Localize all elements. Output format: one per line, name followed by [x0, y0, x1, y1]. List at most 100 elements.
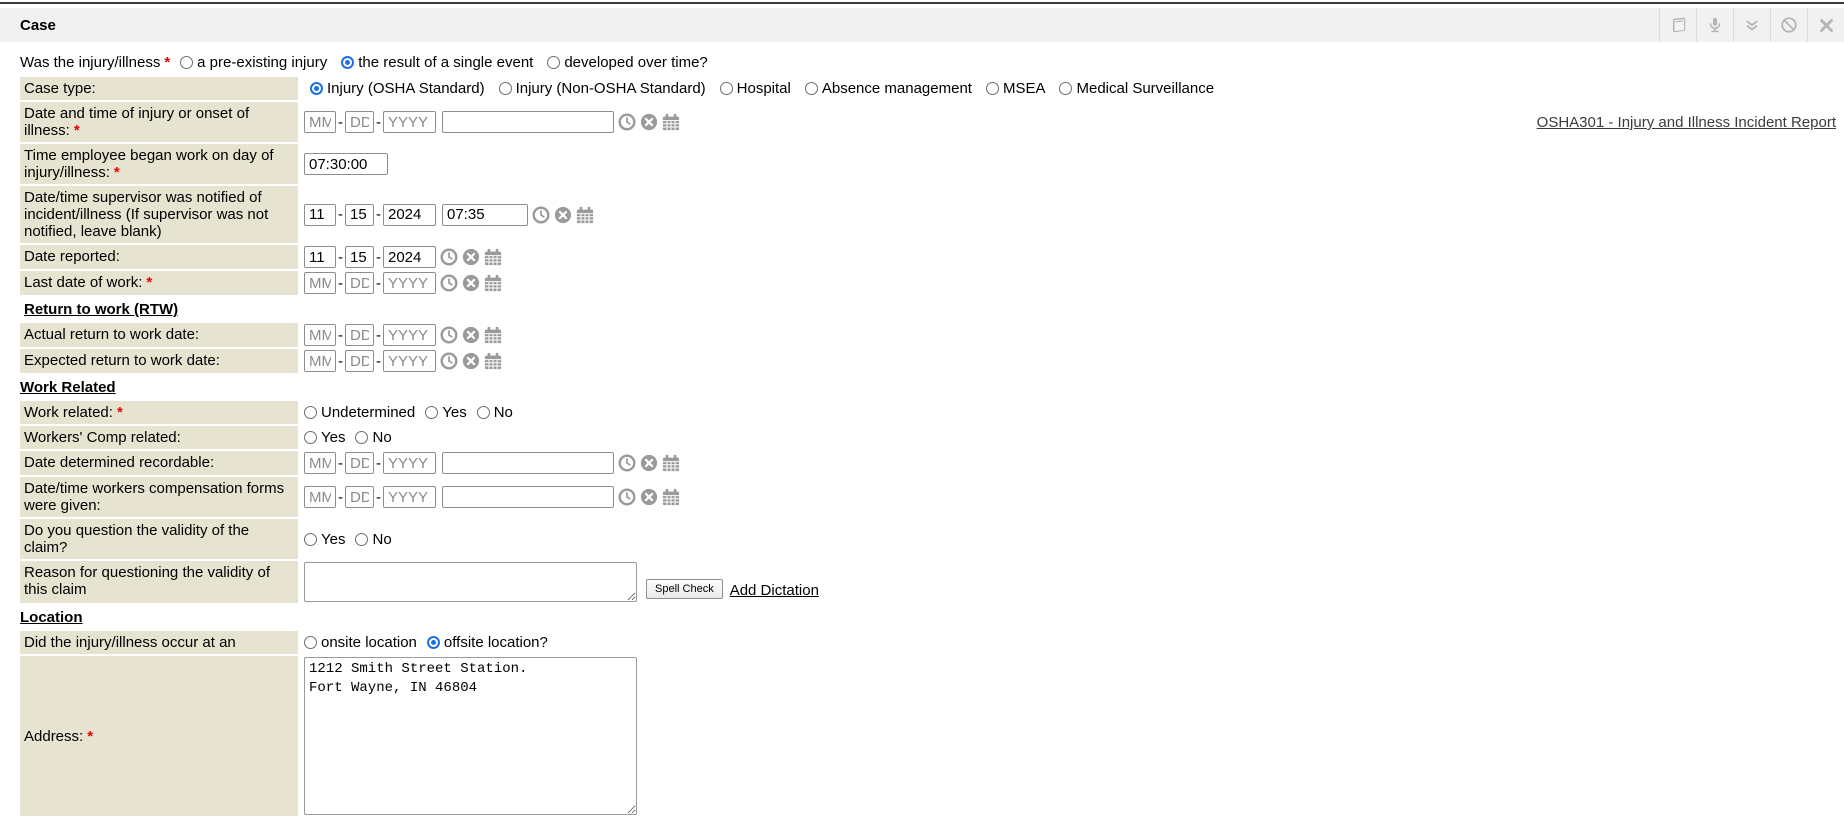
clear-icon[interactable] [462, 248, 480, 266]
radio-msea[interactable]: MSEA [986, 80, 1046, 97]
calendar-icon[interactable] [576, 206, 594, 224]
time-input[interactable] [442, 111, 614, 133]
radio-icon[interactable] [425, 406, 438, 419]
year-input[interactable] [383, 111, 436, 133]
month-input[interactable] [304, 486, 336, 508]
calendar-icon[interactable] [484, 248, 502, 266]
year-input[interactable] [383, 486, 436, 508]
address-textarea[interactable]: 1212 Smith Street Station. Fort Wayne, I… [304, 657, 637, 815]
radio-validity-yes[interactable]: Yes [304, 531, 345, 548]
day-input[interactable] [345, 246, 374, 268]
calendar-icon[interactable] [484, 326, 502, 344]
year-input[interactable] [383, 272, 436, 294]
time-icon[interactable] [440, 326, 458, 344]
radio-icon[interactable] [355, 431, 368, 444]
month-input[interactable] [304, 324, 336, 346]
calendar-icon[interactable] [484, 274, 502, 292]
radio-pre-existing-injury[interactable]: a pre-existing injury [180, 54, 327, 71]
clear-icon[interactable] [640, 488, 658, 506]
year-input[interactable] [383, 246, 436, 268]
spell-check-button[interactable]: Spell Check [646, 579, 723, 599]
radio-injury-osha[interactable]: Injury (OSHA Standard) [310, 80, 485, 97]
close-icon[interactable] [1807, 8, 1844, 42]
radio-selected-icon[interactable] [341, 56, 354, 69]
time-input[interactable] [442, 452, 614, 474]
radio-icon[interactable] [304, 533, 317, 546]
time-icon[interactable] [440, 274, 458, 292]
time-icon[interactable] [618, 488, 636, 506]
calendar-icon[interactable] [662, 488, 680, 506]
chevron-double-down-icon[interactable] [1733, 8, 1770, 42]
radio-icon[interactable] [477, 406, 490, 419]
radio-icon[interactable] [304, 636, 317, 649]
calendar-icon[interactable] [662, 454, 680, 472]
time-icon[interactable] [618, 113, 636, 131]
radio-offsite-location[interactable]: offsite location? [427, 634, 548, 651]
radio-undetermined[interactable]: Undetermined [304, 404, 415, 421]
radio-icon[interactable] [304, 406, 317, 419]
month-input[interactable] [304, 111, 336, 133]
radio-hospital[interactable]: Hospital [720, 80, 791, 97]
month-input[interactable] [304, 272, 336, 294]
radio-icon[interactable] [986, 82, 999, 95]
time-icon[interactable] [440, 248, 458, 266]
radio-icon[interactable] [805, 82, 818, 95]
day-input[interactable] [345, 452, 374, 474]
clear-icon[interactable] [462, 274, 480, 292]
month-input[interactable] [304, 452, 336, 474]
osha301-report-link[interactable]: OSHA301 - Injury and Illness Incident Re… [1537, 114, 1836, 131]
radio-work-related-no[interactable]: No [477, 404, 513, 421]
day-input[interactable] [345, 111, 374, 133]
month-input[interactable] [304, 350, 336, 372]
microphone-icon[interactable] [1696, 8, 1733, 42]
date-separator: - [338, 114, 343, 131]
month-input[interactable] [304, 246, 336, 268]
radio-selected-icon[interactable] [310, 82, 323, 95]
radio-single-event[interactable]: the result of a single event [341, 54, 533, 71]
radio-icon[interactable] [304, 431, 317, 444]
radio-absence-management[interactable]: Absence management [805, 80, 972, 97]
radio-icon[interactable] [499, 82, 512, 95]
clear-icon[interactable] [640, 113, 658, 131]
time-icon[interactable] [618, 454, 636, 472]
radio-icon[interactable] [355, 533, 368, 546]
year-input[interactable] [383, 350, 436, 372]
time-input[interactable] [442, 204, 528, 226]
year-input[interactable] [383, 452, 436, 474]
radio-icon[interactable] [547, 56, 560, 69]
book-icon[interactable] [1659, 8, 1696, 42]
time-icon[interactable] [440, 352, 458, 370]
day-input[interactable] [345, 350, 374, 372]
day-input[interactable] [345, 272, 374, 294]
time-input[interactable] [442, 486, 614, 508]
radio-validity-no[interactable]: No [355, 531, 391, 548]
month-input[interactable] [304, 204, 336, 226]
calendar-icon[interactable] [484, 352, 502, 370]
year-input[interactable] [383, 204, 436, 226]
radio-icon[interactable] [180, 56, 193, 69]
radio-wc-no[interactable]: No [355, 429, 391, 446]
radio-onsite-location[interactable]: onsite location [304, 634, 417, 651]
time-began-work-input[interactable] [304, 153, 388, 175]
add-dictation-link[interactable]: Add Dictation [730, 582, 819, 599]
time-icon[interactable] [532, 206, 550, 224]
radio-work-related-yes[interactable]: Yes [425, 404, 466, 421]
radio-wc-yes[interactable]: Yes [304, 429, 345, 446]
radio-injury-non-osha[interactable]: Injury (Non-OSHA Standard) [499, 80, 706, 97]
clear-icon[interactable] [640, 454, 658, 472]
year-input[interactable] [383, 324, 436, 346]
clear-icon[interactable] [462, 326, 480, 344]
radio-selected-icon[interactable] [427, 636, 440, 649]
calendar-icon[interactable] [662, 113, 680, 131]
radio-icon[interactable] [1059, 82, 1072, 95]
clear-icon[interactable] [554, 206, 572, 224]
radio-medical-surveillance[interactable]: Medical Surveillance [1059, 80, 1214, 97]
day-input[interactable] [345, 324, 374, 346]
radio-icon[interactable] [720, 82, 733, 95]
day-input[interactable] [345, 486, 374, 508]
radio-developed-over-time[interactable]: developed over time? [547, 54, 707, 71]
day-input[interactable] [345, 204, 374, 226]
validity-reason-textarea[interactable] [304, 562, 637, 602]
ban-icon[interactable] [1770, 8, 1807, 42]
clear-icon[interactable] [462, 352, 480, 370]
